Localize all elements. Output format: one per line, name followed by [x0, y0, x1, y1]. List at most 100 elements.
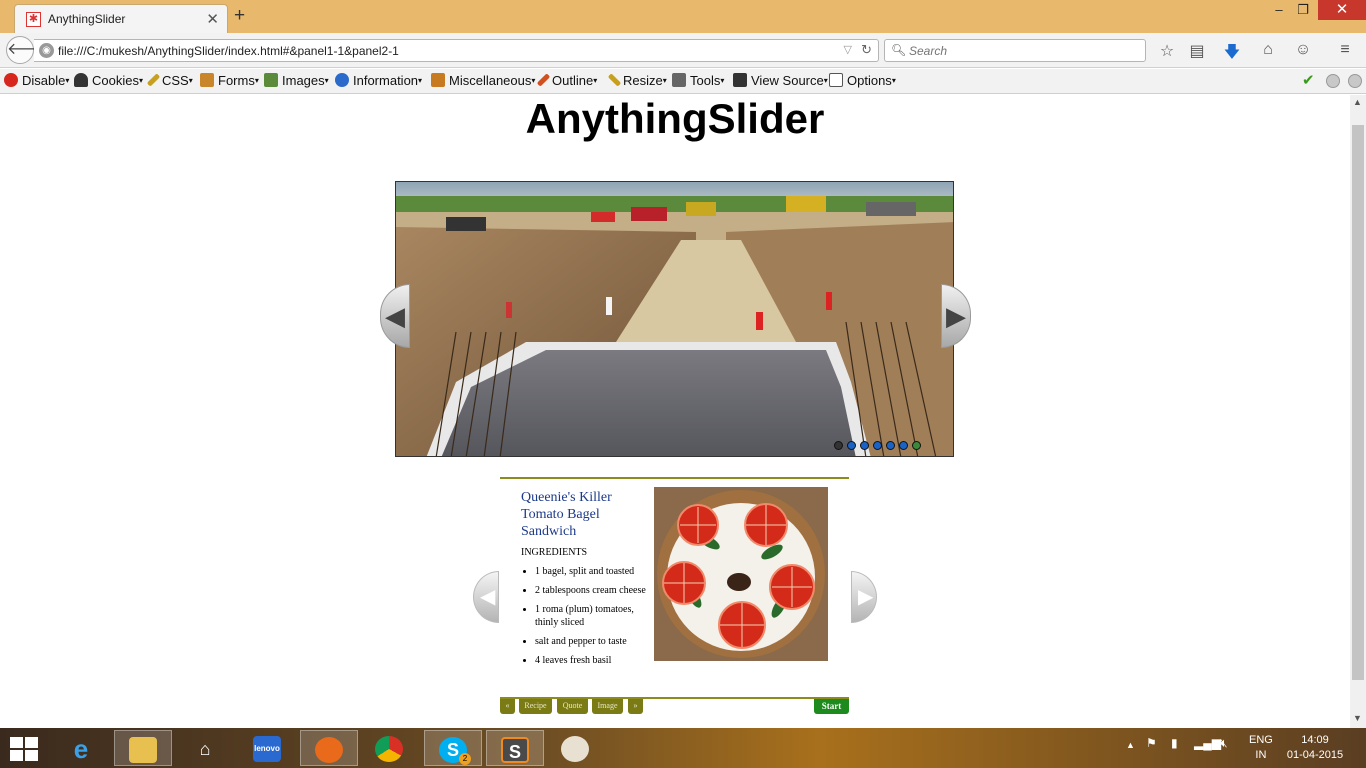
wifi-signal-icon[interactable]: ▂▄▆: [1194, 736, 1221, 750]
ingredients-label: INGREDIENTS: [521, 547, 588, 558]
dev-menu-label: Resize: [623, 73, 663, 88]
home-icon[interactable]: ⌂: [1258, 41, 1278, 59]
tab-title: AnythingSlider: [48, 12, 126, 26]
status-circle-icon[interactable]: [1326, 74, 1340, 88]
url-bar[interactable]: ◉ file:///C:/mukesh/AnythingSlider/index…: [34, 39, 879, 62]
taskbar-clock[interactable]: 14:09 01-04-2015: [1285, 733, 1345, 763]
menu-icon[interactable]: ≡: [1335, 41, 1355, 59]
ingredients-list: 1 bagel, split and toasted 2 tablespoons…: [535, 565, 650, 673]
slider-dot-current[interactable]: [912, 441, 921, 450]
dev-images-menu[interactable]: Images▾: [264, 73, 329, 88]
list-item: 2 tablespoons cream cheese: [535, 584, 650, 597]
dev-information-menu[interactable]: Information▾: [335, 73, 422, 88]
language-indicator[interactable]: ENG IN: [1249, 733, 1273, 763]
dev-disable-menu[interactable]: Disable▾: [4, 73, 69, 88]
no-entry-icon: [4, 73, 18, 87]
show-hidden-icons-icon[interactable]: ▲: [1126, 740, 1135, 750]
tab-image[interactable]: Image: [592, 699, 623, 714]
checkmark-icon[interactable]: ✔: [1302, 71, 1315, 89]
reading-list-icon[interactable]: ▤: [1187, 41, 1207, 61]
slider-dot[interactable]: [873, 441, 882, 450]
back-button[interactable]: 🡐: [6, 36, 50, 64]
tab-quote[interactable]: Quote: [557, 699, 588, 714]
dev-cookies-menu[interactable]: Cookies▾: [74, 73, 143, 88]
status-circle-icon[interactable]: [1348, 74, 1362, 88]
clipboard-icon: [200, 73, 214, 87]
dev-css-menu[interactable]: CSS▾: [146, 73, 193, 88]
image-slider: [395, 181, 954, 457]
slider2-next-button[interactable]: ▶: [851, 571, 877, 623]
language-code: ENG: [1249, 734, 1273, 746]
close-tab-icon[interactable]: ✕: [206, 10, 219, 28]
close-window-button[interactable]: ✕: [1318, 0, 1366, 20]
bookmark-star-icon[interactable]: ☆: [1157, 41, 1177, 61]
list-item: salt and pepper to taste: [535, 635, 650, 648]
ruler-icon: [607, 73, 622, 87]
internet-explorer-app[interactable]: e: [52, 730, 110, 766]
home-app[interactable]: ⌂: [176, 730, 234, 766]
dropdown-icon[interactable]: ▽: [844, 43, 852, 56]
skype-app[interactable]: S2: [424, 730, 482, 766]
search-input[interactable]: [909, 42, 1139, 59]
scroll-down-icon[interactable]: ▼: [1353, 713, 1362, 723]
volume-muted-icon[interactable]: 🔇︎: [1220, 736, 1228, 751]
lenovo-app[interactable]: lenovo: [238, 730, 296, 766]
arrow-left-icon: ◀: [385, 301, 405, 331]
slider-dot[interactable]: [860, 441, 869, 450]
chat-icon[interactable]: ☺: [1293, 41, 1313, 59]
dev-menu-label: Forms: [218, 73, 255, 88]
dev-view-source-menu[interactable]: View Source▾: [733, 73, 828, 88]
favicon-icon: ✱: [26, 12, 41, 27]
restore-button[interactable]: ❐: [1289, 0, 1317, 20]
slider-page-dots: [834, 441, 925, 451]
dev-outline-menu[interactable]: Outline▾: [536, 73, 597, 88]
page-title: AnythingSlider: [525, 95, 825, 142]
dev-options-menu[interactable]: Options▾: [829, 73, 896, 88]
reload-icon[interactable]: ↻: [861, 42, 872, 58]
scroll-up-icon[interactable]: ▲: [1353, 97, 1362, 107]
slider2-prev-button[interactable]: ◀: [473, 571, 499, 623]
battery-icon[interactable]: ▮: [1171, 736, 1178, 750]
start-button[interactable]: Start: [814, 699, 849, 714]
url-text[interactable]: file:///C:/mukesh/AnythingSlider/index.h…: [58, 44, 399, 58]
slider-dot[interactable]: [886, 441, 895, 450]
nav-back-button[interactable]: «: [500, 699, 515, 714]
paint-app[interactable]: [546, 730, 604, 766]
slider-dot[interactable]: [847, 441, 856, 450]
chrome-app[interactable]: [360, 730, 418, 766]
slider-dot[interactable]: [899, 441, 908, 450]
tab-recipe[interactable]: Recipe: [519, 699, 552, 714]
dev-resize-menu[interactable]: Resize▾: [607, 73, 667, 88]
scroll-thumb[interactable]: [1352, 125, 1364, 680]
dev-menu-label: Images: [282, 73, 325, 88]
recipe-slider-nav: « Recipe Quote Image » Start: [500, 699, 849, 715]
book-icon: [431, 73, 445, 87]
nav-forward-button[interactable]: »: [628, 699, 643, 714]
vertical-scrollbar[interactable]: ▲ ▼: [1350, 95, 1366, 728]
slider1-next-button[interactable]: ▶: [941, 284, 971, 348]
firefox-app[interactable]: [300, 730, 358, 766]
arrow-right-icon: ▶: [946, 301, 966, 331]
web-developer-toolbar: Disable▾ Cookies▾ CSS▾ Forms▾ Images▾ In…: [0, 69, 1366, 94]
browser-tab[interactable]: ✱ AnythingSlider ✕: [14, 4, 228, 33]
action-center-flag-icon[interactable]: ⚑: [1146, 736, 1157, 750]
dev-menu-label: Tools: [690, 73, 721, 88]
download-icon[interactable]: 🡇: [1222, 41, 1242, 68]
sublime-text-app[interactable]: S: [486, 730, 544, 766]
dev-miscellaneous-menu[interactable]: Miscellaneous▾: [431, 73, 535, 88]
clock-date: 01-04-2015: [1286, 749, 1344, 761]
search-bar[interactable]: 🔍︎: [884, 39, 1146, 62]
internet-explorer-icon: e: [73, 734, 89, 764]
dev-forms-menu[interactable]: Forms▾: [200, 73, 259, 88]
new-tab-button[interactable]: +: [234, 5, 245, 27]
pencil-icon: [146, 73, 161, 87]
windows-start-button[interactable]: [10, 737, 40, 761]
slider1-prev-button[interactable]: ◀: [380, 284, 410, 348]
dev-menu-label: View Source: [751, 73, 824, 88]
list-item: 1 bagel, split and toasted: [535, 565, 650, 578]
file-explorer-app[interactable]: [114, 730, 172, 766]
dev-tools-menu[interactable]: Tools▾: [672, 73, 724, 88]
slider-dot[interactable]: [834, 441, 843, 450]
windows-taskbar: e ⌂ lenovo S2 S ▲ ⚑ ▮ ▂▄▆ 🔇︎ ENG IN 14:0…: [0, 728, 1366, 768]
arrow-left-icon: ◀: [480, 586, 496, 608]
